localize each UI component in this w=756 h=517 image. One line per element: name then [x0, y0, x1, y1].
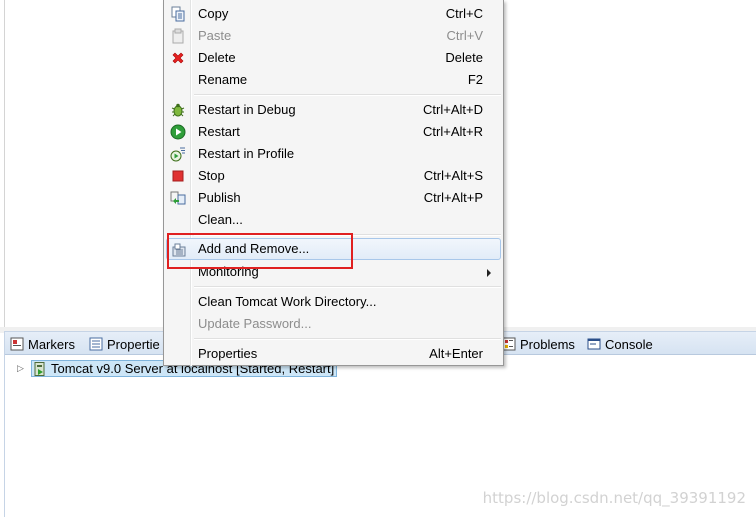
menu-item-add-remove-label: Add and Remove... [198, 241, 310, 256]
menu-item-stop[interactable]: Stop Ctrl+Alt+S [166, 165, 501, 187]
tab-markers[interactable]: Markers [10, 335, 75, 353]
menu-item-restart-debug[interactable]: Restart in Debug Ctrl+Alt+D [166, 99, 501, 121]
menu-item-rename-label: Rename [198, 72, 248, 87]
run-icon [170, 124, 186, 140]
menu-item-restart-profile[interactable]: Restart in Profile [166, 143, 501, 165]
menu-item-delete-shortcut: Delete [445, 50, 483, 65]
stop-icon [170, 168, 186, 184]
menu-item-properties-shortcut: Alt+Enter [429, 346, 483, 361]
menu-separator [194, 338, 501, 340]
menu-item-clean-work-dir[interactable]: Clean Tomcat Work Directory... [166, 291, 501, 313]
debug-icon [170, 102, 186, 118]
context-menu: Copy Ctrl+C Paste Ctrl+V Delete Delete R… [163, 0, 504, 366]
menu-separator [194, 286, 501, 288]
publish-icon [170, 190, 186, 206]
menu-item-update-password[interactable]: Update Password... [166, 313, 501, 335]
menu-item-rename-shortcut: F2 [467, 72, 483, 87]
markers-icon [10, 337, 24, 351]
menu-item-clean-work-dir-label: Clean Tomcat Work Directory... [198, 294, 377, 309]
add-remove-icon [171, 242, 187, 258]
menu-item-paste[interactable]: Paste Ctrl+V [166, 25, 501, 47]
menu-item-stop-shortcut: Ctrl+Alt+S [423, 168, 483, 183]
menu-item-restart-debug-shortcut: Ctrl+Alt+D [423, 102, 483, 117]
menu-item-stop-label: Stop [198, 168, 225, 183]
menu-item-publish-shortcut: Ctrl+Alt+P [423, 190, 483, 205]
tab-properties[interactable]: Propertie [89, 335, 160, 353]
console-icon [587, 337, 601, 351]
menu-separator [194, 94, 501, 96]
expand-arrow-icon[interactable]: ▷ [17, 363, 27, 374]
server-icon [34, 361, 46, 376]
menu-item-restart-profile-label: Restart in Profile [198, 146, 295, 161]
menu-separator [194, 234, 501, 236]
menu-item-restart-debug-label: Restart in Debug [198, 102, 296, 117]
editor-edge [4, 0, 5, 327]
tab-console[interactable]: Console [587, 335, 653, 353]
tab-console-label: Console [605, 336, 653, 352]
menu-item-restart-label: Restart [198, 124, 240, 139]
menu-item-add-remove[interactable]: Add and Remove... [166, 238, 501, 260]
menu-item-delete[interactable]: Delete Delete [166, 47, 501, 69]
paste-icon [170, 28, 186, 44]
menu-item-delete-label: Delete [198, 50, 236, 65]
properties-icon [89, 337, 103, 351]
copy-icon [170, 6, 186, 22]
watermark: https://blog.csdn.net/qq_39391192 [482, 489, 746, 507]
menu-item-paste-label: Paste [198, 28, 232, 43]
menu-item-properties[interactable]: Properties Alt+Enter [166, 343, 501, 365]
tab-properties-label: Propertie [107, 336, 160, 352]
menu-item-restart[interactable]: Restart Ctrl+Alt+R [166, 121, 501, 143]
menu-item-publish[interactable]: Publish Ctrl+Alt+P [166, 187, 501, 209]
menu-item-monitoring-label: Monitoring [198, 264, 259, 279]
menu-item-restart-shortcut: Ctrl+Alt+R [423, 124, 483, 139]
menu-item-rename[interactable]: Rename F2 [166, 69, 501, 91]
tab-markers-label: Markers [28, 336, 75, 352]
tab-problems-label: Problems [520, 336, 575, 352]
menu-item-clean[interactable]: Clean... [166, 209, 501, 231]
menu-item-copy[interactable]: Copy Ctrl+C [166, 3, 501, 25]
tab-problems[interactable]: Problems [502, 335, 575, 353]
problems-icon [502, 337, 516, 351]
menu-item-properties-label: Properties [198, 346, 258, 361]
menu-item-update-password-label: Update Password... [198, 316, 312, 331]
profile-icon [170, 146, 186, 162]
menu-item-clean-label: Clean... [198, 212, 243, 227]
submenu-arrow-icon [487, 269, 491, 277]
menu-item-copy-label: Copy [198, 6, 229, 21]
menu-item-monitoring[interactable]: Monitoring [166, 261, 501, 283]
menu-item-paste-shortcut: Ctrl+V [446, 28, 483, 43]
menu-item-copy-shortcut: Ctrl+C [445, 6, 483, 21]
delete-icon [170, 50, 186, 66]
menu-item-publish-label: Publish [198, 190, 241, 205]
